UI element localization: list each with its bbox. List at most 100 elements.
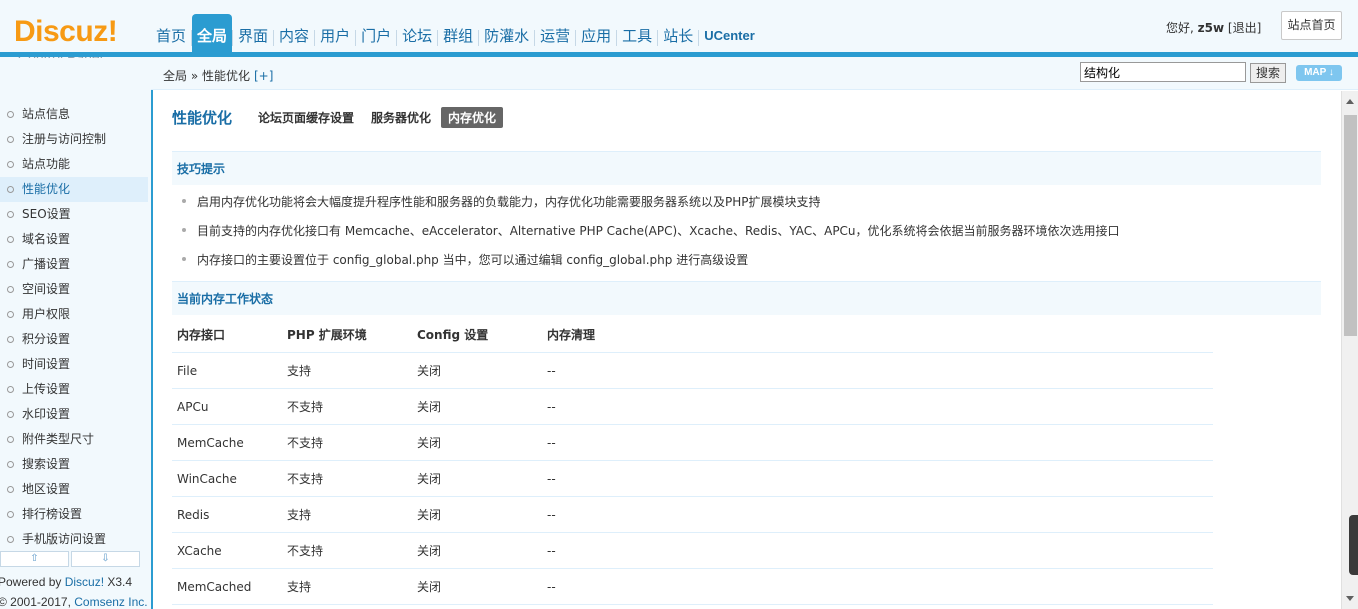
sidebar-item-4[interactable]: SEO设置 bbox=[0, 202, 148, 227]
nav-tab-13[interactable]: UCenter bbox=[699, 14, 760, 52]
nav-tab-11[interactable]: 工具 bbox=[617, 14, 657, 52]
nav-tab-0[interactable]: 首页 bbox=[151, 14, 191, 52]
sidebar-item-16[interactable]: 排行榜设置 bbox=[0, 502, 148, 527]
nav-tab-1[interactable]: 全局 bbox=[192, 14, 233, 52]
sidebar-item-6[interactable]: 广播设置 bbox=[0, 252, 148, 277]
scrollbar-up-arrow-icon[interactable] bbox=[1346, 99, 1354, 104]
sidebar-item-3[interactable]: 性能优化 bbox=[0, 177, 148, 202]
table-cell: 支持 bbox=[287, 364, 312, 378]
memory-status-table: 内存接口 PHP 扩展环境 Config 设置 内存清理 File 支持 关闭 -- APCu 不… bbox=[172, 317, 1213, 605]
nav-tab-8[interactable]: 防灌水 bbox=[479, 14, 534, 52]
table-cell: Redis bbox=[177, 508, 210, 522]
sidebar-item-7[interactable]: 空间设置 bbox=[0, 277, 148, 302]
table-cell: APCu bbox=[177, 400, 209, 414]
subtab-0[interactable]: 论坛页面缓存设置 bbox=[251, 107, 361, 128]
subbar: 全局 » 性能优化 [+] 搜索 MAP ↓ bbox=[151, 58, 1358, 90]
sidebar-menu: 站点信息 注册与访问控制 站点功能 性能优化 SEO设置 域名设置 广播设置 空间设置 用户权限… bbox=[0, 102, 148, 552]
page-title: 性能优化 bbox=[172, 109, 233, 127]
map-button[interactable]: MAP ↓ bbox=[1296, 65, 1342, 81]
search-button[interactable]: 搜索 bbox=[1250, 63, 1286, 83]
site-home-button[interactable]: 站点首页 bbox=[1281, 11, 1342, 40]
scrollbar-thumb[interactable] bbox=[1344, 115, 1357, 336]
table-header-cell: Config 设置 bbox=[417, 328, 489, 342]
comsenz-link[interactable]: Comsenz Inc. bbox=[74, 595, 147, 609]
nav-tab-10[interactable]: 应用 bbox=[576, 14, 616, 52]
discuz-link[interactable]: Discuz! bbox=[65, 575, 104, 589]
sidebar-item-10[interactable]: 时间设置 bbox=[0, 352, 148, 377]
nav-tab-5[interactable]: 门户 bbox=[356, 14, 396, 52]
table-cell: -- bbox=[547, 400, 556, 414]
sidebar-item-5[interactable]: 域名设置 bbox=[0, 227, 148, 252]
table-cell: 关闭 bbox=[417, 364, 442, 378]
nav-tab-3[interactable]: 内容 bbox=[274, 14, 314, 52]
table-row: MemCache 不支持 关闭 -- bbox=[172, 425, 1213, 461]
status-section-title: 当前内存工作状态 bbox=[172, 281, 1321, 315]
top-navigation: 首页 全局 界面 内容 用户 门户 论坛 群组 防灌水 运营 应用 工具 站长 UCenter bbox=[151, 14, 760, 52]
sidebar-item-12[interactable]: 水印设置 bbox=[0, 402, 148, 427]
table-cell: MemCache bbox=[177, 436, 244, 450]
scroll-up-icon[interactable]: ⇧ bbox=[0, 551, 69, 567]
sidebar-item-1[interactable]: 注册与访问控制 bbox=[0, 127, 148, 152]
table-row: XCache 不支持 关闭 -- bbox=[172, 533, 1213, 569]
table-cell: -- bbox=[547, 544, 556, 558]
table-row: WinCache 不支持 关闭 -- bbox=[172, 461, 1213, 497]
sidebar-item-2[interactable]: 站点功能 bbox=[0, 152, 148, 177]
table-cell: 不支持 bbox=[287, 472, 324, 486]
table-header-cell: 内存清理 bbox=[547, 328, 596, 342]
table-cell: File bbox=[177, 364, 198, 378]
search-input[interactable] bbox=[1080, 62, 1246, 82]
tip-item: 内存接口的主要设置位于 config_global.php 当中，您可以通过编辑… bbox=[182, 249, 1120, 278]
nav-tab-7[interactable]: 群组 bbox=[438, 14, 478, 52]
username[interactable]: z5w bbox=[1198, 21, 1224, 35]
sidebar-item-0[interactable]: 站点信息 bbox=[0, 102, 148, 127]
table-cell: 不支持 bbox=[287, 400, 324, 414]
nav-tab-2[interactable]: 界面 bbox=[233, 14, 273, 52]
table-cell: 支持 bbox=[287, 508, 312, 522]
sidebar-item-14[interactable]: 搜索设置 bbox=[0, 452, 148, 477]
breadcrumb-text: 全局 » 性能优化 bbox=[163, 69, 250, 83]
powered-version: X3.4 bbox=[104, 575, 133, 589]
table-cell: XCache bbox=[177, 544, 222, 558]
table-cell: -- bbox=[547, 508, 556, 522]
sidebar-item-17[interactable]: 手机版访问设置 bbox=[0, 527, 148, 552]
side-panel-handle[interactable] bbox=[1349, 515, 1358, 575]
logout-link[interactable]: [退出] bbox=[1228, 21, 1261, 35]
nav-tab-4[interactable]: 用户 bbox=[315, 14, 355, 52]
sidebar-item-8[interactable]: 用户权限 bbox=[0, 302, 148, 327]
tip-item: 启用内存优化功能将会大幅度提升程序性能和服务器的负载能力，内存优化功能需要服务器… bbox=[182, 191, 1120, 220]
sub-tabs: 论坛页面缓存设置 服务器优化 内存优化 bbox=[251, 107, 506, 128]
main-content: 性能优化 论坛页面缓存设置 服务器优化 内存优化 技巧提示 启用内存优化功能将会大幅… bbox=[153, 91, 1341, 609]
logo-brand: Discuz! bbox=[14, 15, 118, 48]
table-cell: 关闭 bbox=[417, 544, 442, 558]
sidebar-item-13[interactable]: 附件类型尺寸 bbox=[0, 427, 148, 452]
table-cell: 关闭 bbox=[417, 400, 442, 414]
scroll-down-icon[interactable]: ⇩ bbox=[71, 551, 140, 567]
add-shortcut-link[interactable]: [+] bbox=[254, 69, 273, 83]
greeting: 您好, bbox=[1166, 21, 1194, 35]
tip-item: 目前支持的内存优化接口有 Memcache、eAccelerator、Alter… bbox=[182, 220, 1120, 249]
table-row: MemCached 支持 关闭 -- bbox=[172, 569, 1213, 605]
nav-tab-12[interactable]: 站长 bbox=[658, 14, 698, 52]
table-row: APCu 不支持 关闭 -- bbox=[172, 389, 1213, 425]
tips-section-title: 技巧提示 bbox=[172, 151, 1321, 185]
table-cell: 关闭 bbox=[417, 508, 442, 522]
table-header-cell: 内存接口 bbox=[177, 328, 226, 342]
copyright-prefix: © 2001-2017, bbox=[0, 595, 75, 609]
sidebar-item-9[interactable]: 积分设置 bbox=[0, 327, 148, 352]
table-cell: 关闭 bbox=[417, 472, 442, 486]
tips-list: 启用内存优化功能将会大幅度提升程序性能和服务器的负载能力，内存优化功能需要服务器… bbox=[182, 191, 1120, 278]
subtab-2[interactable]: 内存优化 bbox=[441, 107, 504, 128]
table-cell: 不支持 bbox=[287, 544, 324, 558]
breadcrumb: 全局 » 性能优化 [+] bbox=[163, 67, 273, 84]
table-header-cell: PHP 扩展环境 bbox=[287, 328, 367, 342]
table-cell: 不支持 bbox=[287, 436, 324, 450]
scrollbar-down-arrow-icon[interactable] bbox=[1346, 596, 1354, 601]
subtab-1[interactable]: 服务器优化 bbox=[364, 107, 438, 128]
table-cell: WinCache bbox=[177, 472, 237, 486]
table-cell: 关闭 bbox=[417, 580, 442, 594]
nav-tab-6[interactable]: 论坛 bbox=[397, 14, 437, 52]
nav-tab-9[interactable]: 运营 bbox=[535, 14, 575, 52]
sidebar-item-11[interactable]: 上传设置 bbox=[0, 377, 148, 402]
sidebar: 站点信息 注册与访问控制 站点功能 性能优化 SEO设置 域名设置 广播设置 空间设置 用户权限… bbox=[0, 58, 151, 609]
sidebar-item-15[interactable]: 地区设置 bbox=[0, 477, 148, 502]
